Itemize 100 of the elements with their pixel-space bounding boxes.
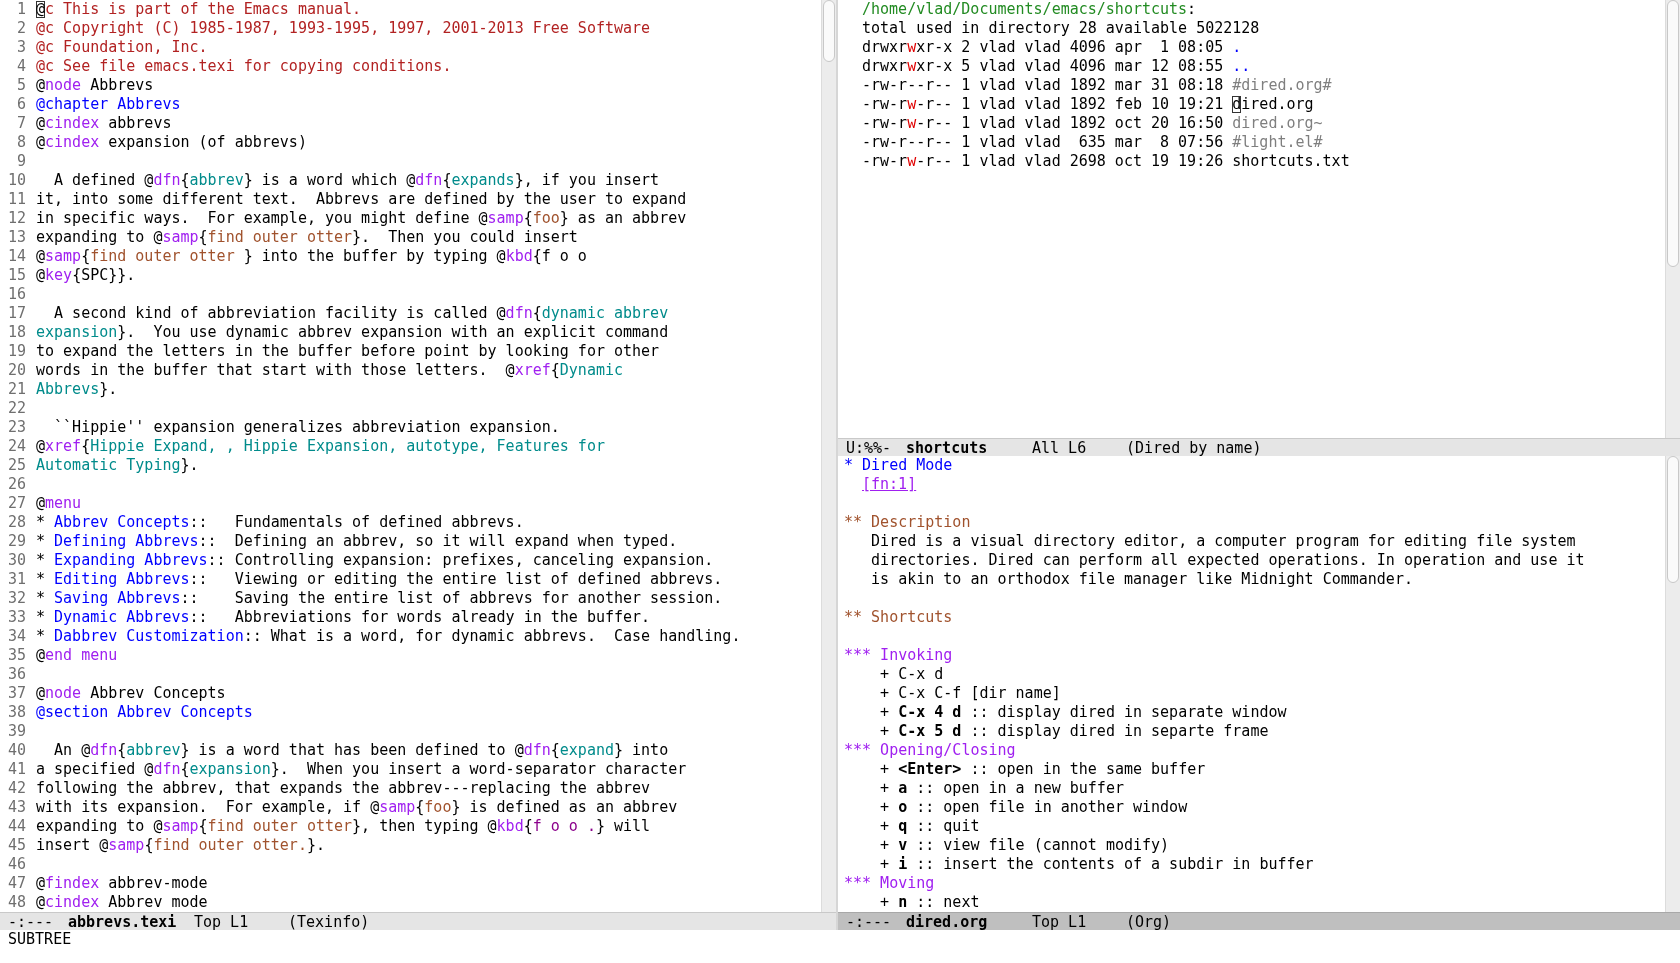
dired-line: -rw-r--r-- 1 vlad vlad 635 mar 8 07:56 #light.el#: [862, 133, 1323, 152]
org-line: *** Opening/Closing: [844, 741, 1016, 760]
code-line: ``Hippie'' expansion generalizes abbreviation expansion.: [53, 418, 560, 437]
buffer-name: abbrevs.texi: [68, 913, 178, 930]
line-number: 24: [6, 437, 27, 456]
line-number: 23: [6, 418, 27, 437]
code-line: @c See file emacs.texi for copying conditions.: [36, 57, 452, 76]
code-line: * Editing Abbrevs:: Viewing or editing the entire list of defined abbrevs.: [36, 570, 723, 589]
code-line: A defined @dfn{abbrev} is a word which @dfn{expands}, if you insert: [53, 171, 660, 190]
dired-line: -rw-rw-r-- 1 vlad vlad 1892 oct 20 16:50 dired.org~: [862, 114, 1323, 133]
org-line: + i :: insert the contents of a subdir in buffer: [879, 855, 1314, 874]
code-line: * Expanding Abbrevs:: Controlling expansion: prefixes, canceling expansion.: [36, 551, 714, 570]
code-line: @xref{Hippie Expand, , Hippie Expansion, autotype, Features for: [36, 437, 605, 456]
line-number: 31: [6, 570, 27, 589]
line-number: 21: [6, 380, 27, 399]
dired-line: -rw-rw-r-- 1 vlad vlad 2698 oct 19 19:26 shortcuts.txt: [862, 152, 1350, 171]
line-number: 12: [6, 209, 27, 228]
code-line: @chapter Abbrevs: [36, 95, 181, 114]
line-number: 34: [6, 627, 27, 646]
dired-line: drwxrwxr-x 5 vlad vlad 4096 mar 12 08:55 ..: [862, 57, 1251, 76]
line-number: 44: [6, 817, 27, 836]
line-number: 35: [6, 646, 27, 665]
code-line: it, into some different text. Abbrevs are defined by the user to expand: [36, 190, 687, 209]
line-number: 22: [6, 399, 27, 418]
org-line: * Dired Mode: [844, 456, 953, 475]
line-number: 8: [15, 133, 27, 152]
line-number: 16: [6, 285, 27, 304]
line-number: 33: [6, 608, 27, 627]
code-line: Automatic Typing}.: [36, 456, 199, 475]
minibuffer-message: SUBTREE: [8, 930, 72, 948]
buffer-name: shortcuts: [906, 439, 989, 456]
line-number: 43: [6, 798, 27, 817]
line-number: 38: [6, 703, 27, 722]
footnote-link[interactable]: [fn:1]: [862, 475, 917, 494]
major-mode: (Dired by name): [1126, 439, 1262, 456]
code-line: a specified @dfn{expansion}. When you insert a word-separator character: [36, 760, 687, 779]
code-line: An @dfn{abbrev} is a word that has been defined to @dfn{expand} into: [53, 741, 669, 760]
line-number: 36: [6, 665, 27, 684]
line-number: 37: [6, 684, 27, 703]
dired-line: -rw-r--r-- 1 vlad vlad 1892 mar 31 08:18 #dired.org#: [862, 76, 1332, 95]
org-line: + q :: quit: [879, 817, 980, 836]
line-number: 13: [6, 228, 27, 247]
code-line: expanding to @samp{find outer otter}. Then you could insert: [36, 228, 578, 247]
code-line: @menu: [36, 494, 82, 513]
line-number: 10: [6, 171, 27, 190]
code-line: @c Foundation, Inc.: [36, 38, 208, 57]
code-line: * Saving Abbrevs:: Saving the entire list of abbrevs for another session.: [36, 589, 723, 608]
dired-line: total used in directory 28 available 5022128: [862, 19, 1260, 38]
line-number: 39: [6, 722, 27, 741]
code-line: following the abbrev, that expands the abbrev---replacing the abbrev: [36, 779, 651, 798]
line-number: 40: [6, 741, 27, 760]
dired-line: /home/vlad/Documents/emacs/shortcuts:: [862, 0, 1197, 19]
org-line: Dired is a visual directory editor, a computer program for editing file system: [870, 532, 1576, 551]
org-line: + C-x d: [879, 665, 944, 684]
line-number: 4: [15, 57, 27, 76]
line-number: 3: [15, 38, 27, 57]
line-number: 47: [6, 874, 27, 893]
buffer-status: U:%%-: [846, 439, 893, 456]
org-line: directories. Dired can perform all expected operations. In operation and use it: [870, 551, 1585, 570]
line-number: 20: [6, 361, 27, 380]
scrollbar[interactable]: [1665, 0, 1680, 438]
line-number: 15: [6, 266, 27, 285]
line-number: 45: [6, 836, 27, 855]
code-line: Abbrevs}.: [36, 380, 118, 399]
line-number: 25: [6, 456, 27, 475]
line-number: 27: [6, 494, 27, 513]
code-line: insert @samp{find outer otter.}.: [36, 836, 325, 855]
scrollbar[interactable]: [1665, 456, 1680, 912]
buffer-position: All L6: [1032, 439, 1088, 456]
org-line: + C-x C-f [dir name]: [879, 684, 1061, 703]
line-number: 5: [15, 76, 27, 95]
code-line: @c Copyright (C) 1985-1987, 1993-1995, 1997, 2001-2013 Free Software: [36, 19, 651, 38]
org-line: + C-x 4 d :: display dired in separate window: [879, 703, 1287, 722]
code-line: * Dabbrev Customization:: What is a word, for dynamic abbrevs. Case handling.: [36, 627, 741, 646]
code-line: in specific ways. For example, you might define @samp{foo} as an abbrev: [36, 209, 687, 228]
buffer-status: -:---: [846, 913, 893, 930]
org-line: ** Description: [844, 513, 971, 532]
code-line: expanding to @samp{find outer otter}, then typing @kbd{f o o .} will: [36, 817, 651, 836]
line-number: 17: [6, 304, 27, 323]
buffer-position: Top L1: [1032, 913, 1088, 930]
scrollbar[interactable]: [821, 0, 836, 912]
line-number: 46: [6, 855, 27, 874]
org-line: + C-x 5 d :: display dired in separte frame: [879, 722, 1269, 741]
code-line: @end menu: [36, 646, 118, 665]
line-number: 48: [6, 893, 27, 912]
code-line: @cindex abbrevs: [36, 114, 172, 133]
org-line: *** Invoking: [844, 646, 953, 665]
code-line: @cindex expansion (of abbrevs): [36, 133, 307, 152]
buffer-position: Top L1: [194, 913, 250, 930]
line-number: 28: [6, 513, 27, 532]
org-line: *** Moving: [844, 874, 935, 893]
code-line: * Dynamic Abbrevs:: Abbreviations for words already in the buffer.: [36, 608, 651, 627]
org-line: + v :: view file (cannot modify): [879, 836, 1170, 855]
code-line: * Abbrev Concepts:: Fundamentals of defined abbrevs.: [36, 513, 524, 532]
code-line: @findex abbrev-mode: [36, 874, 208, 893]
code-line: to expand the letters in the buffer before point by looking for other: [36, 342, 660, 361]
line-number: 32: [6, 589, 27, 608]
dired-line: -rw-rw-r-- 1 vlad vlad 1892 feb 10 19:21 dired.org: [862, 95, 1314, 114]
buffer-status: -:---: [8, 913, 55, 930]
org-line: + o :: open file in another window: [879, 798, 1188, 817]
